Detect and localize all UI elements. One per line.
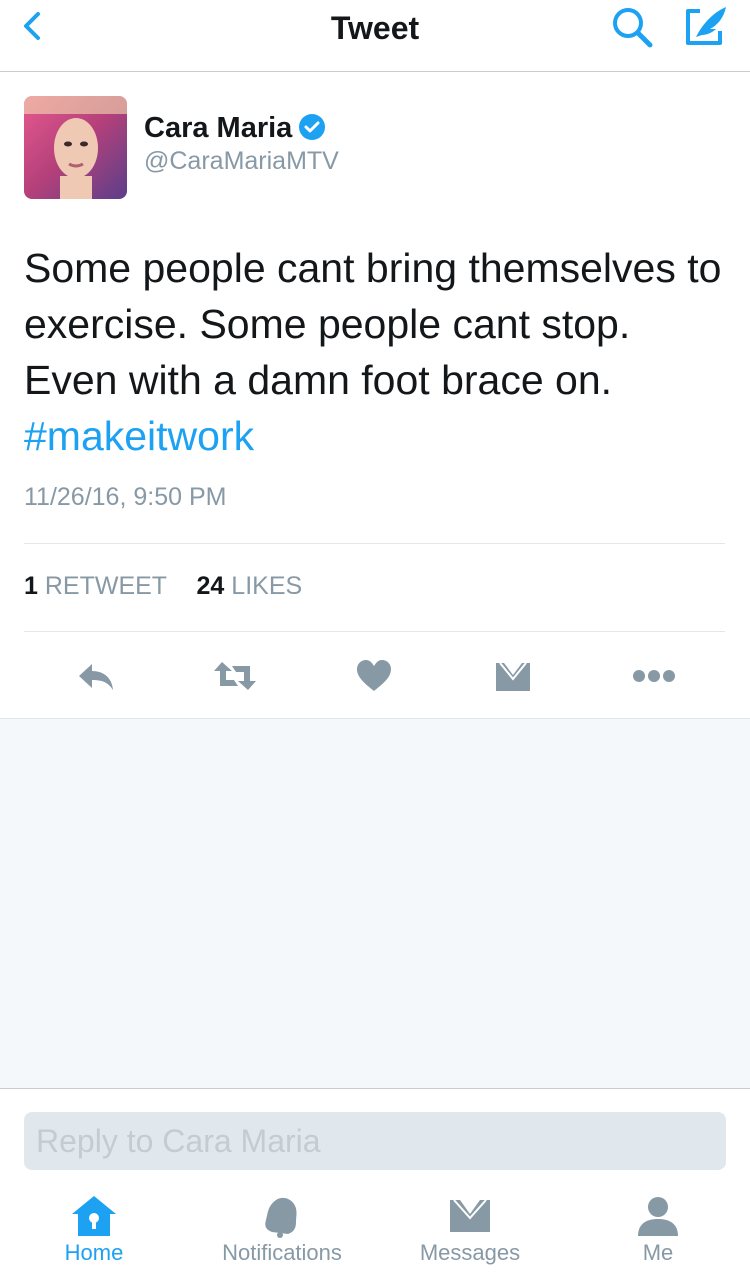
divider <box>24 543 725 544</box>
retweet-label: RETWEET <box>44 572 167 600</box>
author-name-text: Cara Maria <box>144 112 293 144</box>
reply-input[interactable] <box>24 1112 726 1170</box>
tab-label: Notifications <box>222 1240 342 1265</box>
tweet-actions <box>0 640 750 718</box>
envelope-icon <box>450 1199 490 1232</box>
tweet-stats[interactable]: 1 RETWEET 24 LIKES <box>24 572 302 601</box>
divider <box>24 631 725 632</box>
top-nav-bar: Tweet <box>0 0 750 72</box>
bottom-tab-bar: Home Notifications Messages Me <box>0 1180 750 1276</box>
like-count: 24 <box>196 572 225 600</box>
author-name[interactable]: Cara Maria <box>144 112 326 145</box>
compose-tweet-icon[interactable] <box>682 3 730 49</box>
direct-message-icon[interactable] <box>494 658 532 694</box>
tab-me[interactable]: Me <box>564 1180 750 1276</box>
hashtag-link[interactable]: #makeitwork <box>24 408 734 464</box>
bell-icon <box>265 1197 297 1238</box>
tab-home[interactable]: Home <box>0 1180 188 1276</box>
tweet-timestamp: 11/26/16, 9:50 PM <box>24 483 227 511</box>
reply-icon[interactable] <box>76 658 116 694</box>
tweet-text-line: exercise. Some people cant stop. <box>24 301 631 347</box>
verified-badge-icon <box>299 114 326 140</box>
tweet-text: Some people cant bring themselves to exe… <box>24 240 734 464</box>
retweet-count: 1 <box>24 572 38 600</box>
person-icon <box>638 1197 678 1236</box>
tweet-text-line: Some people cant bring themselves to <box>24 245 722 291</box>
retweet-icon[interactable] <box>212 658 258 694</box>
author-handle[interactable]: @CaraMariaMTV <box>144 147 339 176</box>
tab-notifications[interactable]: Notifications <box>188 1180 376 1276</box>
tab-label: Me <box>642 1240 674 1265</box>
like-label: LIKES <box>231 572 303 600</box>
reply-bar[interactable] <box>24 1112 726 1170</box>
like-heart-icon[interactable] <box>356 658 392 694</box>
tab-messages[interactable]: Messages <box>376 1180 564 1276</box>
more-options-icon[interactable] <box>631 658 677 694</box>
search-icon[interactable] <box>608 4 656 50</box>
tab-label: Home <box>64 1240 124 1265</box>
tweet-text-line: Even with a damn foot brace on. <box>24 357 613 403</box>
author-avatar[interactable] <box>24 96 127 199</box>
conversation-area <box>0 718 750 1089</box>
tab-label: Messages <box>419 1240 521 1265</box>
home-icon <box>72 1196 116 1236</box>
